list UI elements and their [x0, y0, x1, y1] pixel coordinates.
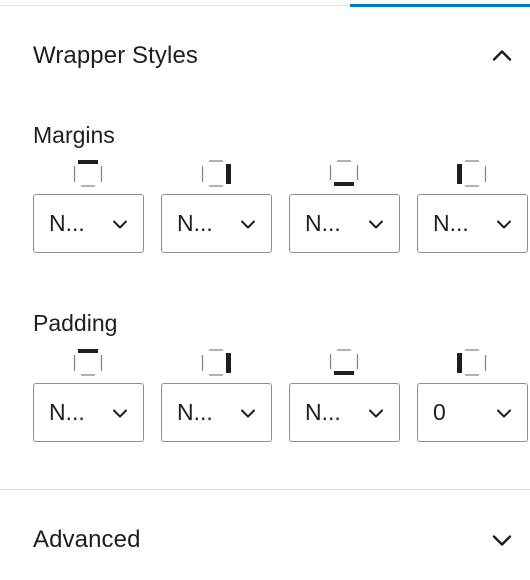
advanced-title: Advanced: [33, 526, 141, 553]
box-bottom-side-icon: [329, 160, 359, 186]
wrapper-styles-toggle[interactable]: Wrapper Styles: [0, 31, 530, 81]
chevron-down-icon: [369, 220, 383, 228]
padding-label: Padding: [33, 310, 118, 336]
margin-left-select[interactable]: N...: [417, 194, 528, 253]
margin-right-value: N...: [177, 210, 213, 236]
padding-left-value: 0: [433, 399, 446, 425]
advanced-toggle[interactable]: Advanced: [0, 515, 530, 565]
section-divider: [0, 489, 530, 490]
box-left-side-icon: [457, 160, 487, 187]
padding-bottom-select[interactable]: N...: [289, 383, 400, 442]
margin-right-select[interactable]: N...: [161, 194, 272, 253]
margin-bottom-value: N...: [305, 210, 341, 236]
chevron-down-icon[interactable]: [490, 528, 514, 552]
chevron-down-icon: [241, 409, 255, 417]
box-bottom-side-icon: [329, 349, 359, 375]
chevron-down-icon: [113, 409, 127, 417]
block-settings-panel: Wrapper Styles Margins N... N... N... N.…: [0, 0, 530, 580]
box-right-side-icon: [201, 349, 231, 376]
margin-bottom-select[interactable]: N...: [289, 194, 400, 253]
padding-bottom-value: N...: [305, 399, 341, 425]
box-left-side-icon: [457, 349, 487, 376]
box-top-side-icon: [73, 160, 103, 187]
margin-top-value: N...: [49, 210, 85, 236]
box-top-side-icon: [73, 349, 103, 376]
padding-top-select[interactable]: N...: [33, 383, 144, 442]
padding-left-select[interactable]: 0: [417, 383, 528, 442]
padding-right-value: N...: [177, 399, 213, 425]
padding-right-select[interactable]: N...: [161, 383, 272, 442]
padding-top-value: N...: [49, 399, 85, 425]
chevron-down-icon: [497, 409, 511, 417]
margins-label: Margins: [33, 122, 115, 148]
margin-left-value: N...: [433, 210, 469, 236]
chevron-down-icon: [497, 220, 511, 228]
active-tab-indicator[interactable]: [350, 4, 530, 7]
margin-top-select[interactable]: N...: [33, 194, 144, 253]
chevron-down-icon: [241, 220, 255, 228]
wrapper-styles-title: Wrapper Styles: [33, 42, 199, 69]
chevron-down-icon: [113, 220, 127, 228]
chevron-down-icon: [369, 409, 383, 417]
box-right-side-icon: [201, 160, 231, 187]
chevron-up-icon[interactable]: [490, 44, 514, 68]
